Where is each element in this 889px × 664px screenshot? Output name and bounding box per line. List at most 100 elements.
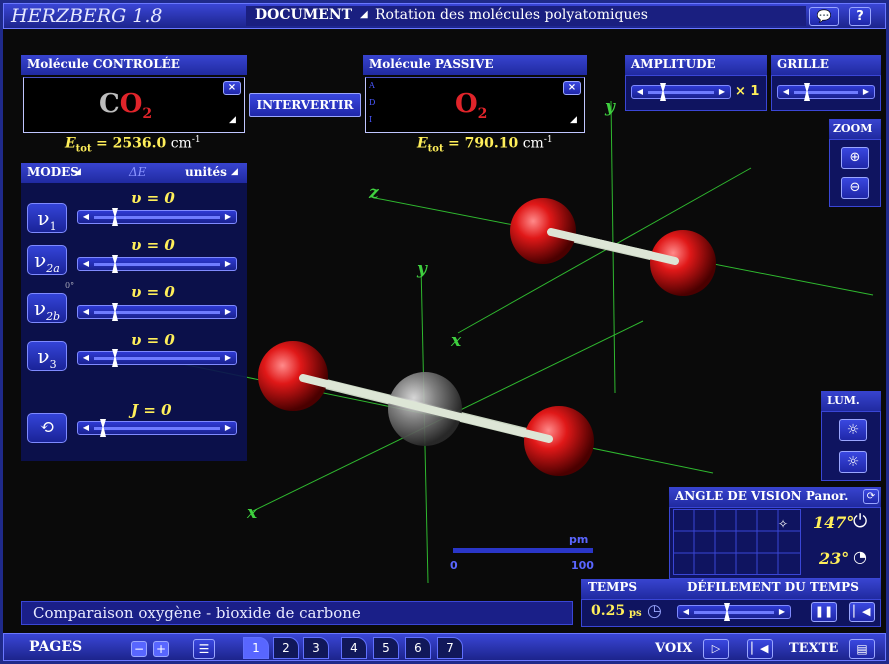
grid-slider[interactable]: ◀ ▶	[777, 83, 875, 101]
mode-nu2a-slider[interactable]: ◀ ▶	[77, 255, 237, 273]
azimuth-dial-icon[interactable]: ⏻	[853, 511, 867, 532]
light-down-button[interactable]: ☼	[839, 451, 867, 473]
mode-nu1-slider[interactable]: ◀ ▶	[77, 208, 237, 226]
left-arrow-icon[interactable]: ◀	[80, 212, 92, 222]
document-dropdown-icon[interactable]: ◢	[360, 9, 368, 20]
app-title: HERZBERG 1.8	[11, 5, 163, 27]
rotation-button[interactable]: ⟲	[27, 413, 67, 443]
right-arrow-icon[interactable]: ▶	[222, 423, 234, 433]
units-label[interactable]: unités	[185, 165, 227, 179]
document-label[interactable]: DOCUMENT	[255, 7, 352, 23]
left-arrow-icon[interactable]: ◀	[634, 87, 646, 97]
skip-back-icon: ▏◀	[751, 642, 769, 655]
page-prev-button[interactable]: −	[131, 641, 147, 657]
crosshair-icon[interactable]: ✧	[778, 517, 788, 531]
zoom-out-button[interactable]: ⊖	[841, 177, 869, 199]
formula-o: O	[119, 89, 143, 119]
controlled-energy: Etot = 2536.0 cm-1	[65, 135, 201, 154]
page-tab-6[interactable]: 6	[405, 637, 431, 659]
formula-o: O	[455, 89, 478, 119]
close-icon: ×	[227, 82, 237, 93]
mode-nu3-slider[interactable]: ◀ ▶	[77, 349, 237, 367]
energy-value: = 2536.0	[96, 135, 167, 152]
left-arrow-icon[interactable]: ◀	[80, 423, 92, 433]
mode-nu2a-value: υ = 0	[131, 236, 175, 254]
resize-corner-icon: ◢	[229, 115, 236, 125]
page-next-button[interactable]: +	[153, 641, 169, 657]
angle-elevation: 23°	[819, 549, 850, 568]
right-arrow-icon[interactable]: ▶	[716, 87, 728, 97]
swap-button[interactable]: INTERVERTIR	[249, 93, 361, 117]
resize-corner-icon: ◢	[570, 115, 577, 125]
chat-button[interactable]: 💬	[809, 7, 839, 26]
energy-unit: cm	[522, 135, 544, 152]
clock-icon: ◷	[647, 601, 662, 621]
page-tab-5[interactable]: 5	[373, 637, 399, 659]
time-slider[interactable]: ◀ ▶	[677, 603, 791, 621]
energy-exp: -1	[543, 135, 553, 145]
passive-energy: Etot = 790.10 cm-1	[417, 135, 553, 154]
co2-axis-y-label: y	[417, 259, 427, 279]
left-arrow-icon[interactable]: ◀	[80, 259, 92, 269]
zoom-out-icon: ⊖	[849, 180, 861, 195]
amplitude-header: AMPLITUDE	[625, 55, 767, 75]
mode-nu1-button[interactable]: ν1	[27, 203, 67, 233]
panor-label[interactable]: Panor.	[806, 489, 849, 503]
pause-button[interactable]: ❚❚	[811, 602, 837, 622]
scale-unit: pm	[569, 533, 589, 546]
energy-label: E	[65, 135, 76, 152]
right-arrow-icon[interactable]: ▶	[222, 307, 234, 317]
right-arrow-icon[interactable]: ▶	[222, 212, 234, 222]
left-arrow-icon[interactable]: ◀	[80, 353, 92, 363]
page-tab-2[interactable]: 2	[273, 637, 299, 659]
question-icon: ?	[856, 9, 864, 24]
skip-back-icon: ▏◀	[853, 605, 871, 618]
energy-label: E	[417, 135, 428, 152]
left-arrow-icon[interactable]: ◀	[680, 607, 692, 617]
sun-dim-icon: ☼	[846, 454, 860, 470]
zoom-in-button[interactable]: ⊕	[841, 147, 869, 169]
units-dropdown-icon[interactable]: ◢	[231, 167, 238, 177]
mode-nu2b-button[interactable]: ν2b	[27, 293, 67, 323]
voice-rewind-button[interactable]: ▏◀	[747, 639, 773, 659]
mode-nu3-button[interactable]: ν3	[27, 341, 67, 371]
left-arrow-icon[interactable]: ◀	[80, 307, 92, 317]
time-header: TEMPS	[588, 580, 638, 594]
left-arrow-icon[interactable]: ◀	[780, 87, 792, 97]
page-tab-1[interactable]: 1	[243, 637, 269, 659]
formula-sub: 2	[477, 106, 488, 123]
modes-dropdown-icon[interactable]: ◢	[74, 167, 81, 177]
co2-axis-x-label: x	[247, 503, 258, 523]
text-button[interactable]: ▤	[849, 639, 875, 659]
delta-e-label: ΔE	[129, 165, 147, 179]
voice-play-button[interactable]: ▷	[703, 639, 729, 659]
right-arrow-icon[interactable]: ▶	[222, 353, 234, 363]
panor-button[interactable]: ⟳	[863, 489, 879, 504]
modes-header: MODES	[27, 165, 79, 179]
energy-sub: tot	[75, 143, 92, 155]
scale-min: 0	[450, 559, 458, 572]
passive-close-button[interactable]: ×	[563, 81, 581, 95]
mode-nu2a-button[interactable]: ν2a	[27, 245, 67, 275]
rewind-button[interactable]: ▏◀	[849, 602, 875, 622]
page-tab-4[interactable]: 4	[341, 637, 367, 659]
help-button[interactable]: ?	[849, 7, 871, 26]
page-list-button[interactable]: ☰	[193, 639, 215, 659]
elevation-dial-icon[interactable]: ◔	[853, 547, 867, 566]
right-arrow-icon[interactable]: ▶	[860, 87, 872, 97]
amplitude-slider[interactable]: ◀ ▶	[631, 83, 731, 101]
page-tab-7[interactable]: 7	[437, 637, 463, 659]
lum-header: LUM.	[821, 391, 881, 411]
right-arrow-icon[interactable]: ▶	[776, 607, 788, 617]
right-arrow-icon[interactable]: ▶	[222, 259, 234, 269]
controlled-close-button[interactable]: ×	[223, 81, 241, 95]
view-angle-header-bar: ANGLE DE VISION Panor.	[669, 487, 881, 507]
scale-max: 100	[571, 559, 594, 572]
light-up-button[interactable]: ☼	[839, 419, 867, 441]
mode-nu2b-slider[interactable]: ◀ ▶	[77, 303, 237, 321]
rotation-slider[interactable]: ◀ ▶	[77, 419, 237, 437]
nu-sub: 2b	[46, 310, 61, 323]
page-tab-3[interactable]: 3	[303, 637, 329, 659]
voice-label: VOIX	[655, 641, 693, 656]
zoom-in-icon: ⊕	[849, 150, 861, 165]
